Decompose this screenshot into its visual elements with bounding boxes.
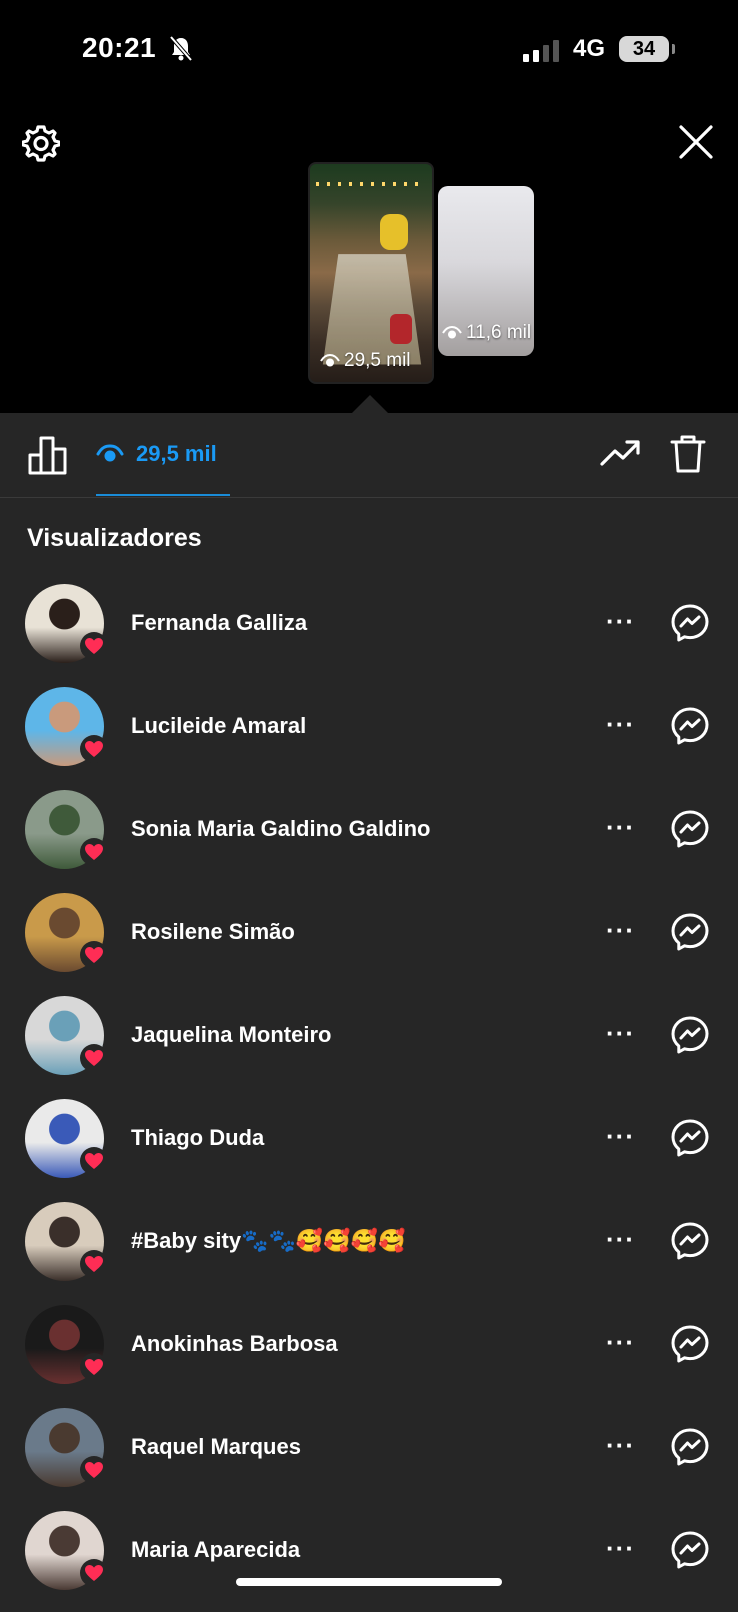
like-badge xyxy=(80,1147,108,1175)
gear-icon[interactable] xyxy=(22,124,60,162)
story-thumbnail-selected[interactable]: 29,5 mil xyxy=(308,162,434,384)
list-item[interactable]: Thiago Duda ··· xyxy=(0,1097,738,1200)
more-options-icon[interactable]: ··· xyxy=(606,917,635,943)
messenger-icon[interactable] xyxy=(670,912,710,952)
like-badge xyxy=(80,1456,108,1484)
viewer-name[interactable]: Jaquelina Monteiro xyxy=(131,1022,331,1048)
story-header: 20:21 4G 34 29,5 mil 11,6 mil xyxy=(0,0,738,413)
more-options-icon[interactable]: ··· xyxy=(606,1226,635,1252)
more-options-icon[interactable]: ··· xyxy=(606,608,635,634)
trending-up-icon[interactable] xyxy=(600,438,642,468)
heart-icon xyxy=(85,947,103,963)
list-item[interactable]: #Baby sity🐾🐾🥰🥰🥰🥰 ··· xyxy=(0,1200,738,1303)
viewer-name[interactable]: Sonia Maria Galdino Galdino xyxy=(131,816,430,842)
selected-story-pointer xyxy=(352,395,388,413)
section-title: Visualizadores xyxy=(27,524,202,552)
viewer-name[interactable]: Fernanda Galliza xyxy=(131,610,307,636)
network-type: 4G xyxy=(573,35,606,62)
more-options-icon[interactable]: ··· xyxy=(606,1432,635,1458)
more-options-icon[interactable]: ··· xyxy=(606,1329,635,1355)
messenger-icon[interactable] xyxy=(670,1324,710,1364)
battery-icon: 34 xyxy=(619,36,675,62)
signal-icon xyxy=(523,38,559,62)
messenger-icon[interactable] xyxy=(670,1118,710,1158)
story-thumbnail[interactable]: 11,6 mil xyxy=(438,186,534,356)
messenger-icon[interactable] xyxy=(670,1530,710,1570)
viewer-name[interactable]: Lucileide Amaral xyxy=(131,713,306,739)
story-view-count: 11,6 mil xyxy=(442,322,531,344)
viewers-count: 29,5 mil xyxy=(136,440,217,466)
like-badge xyxy=(80,1353,108,1381)
close-icon[interactable] xyxy=(678,124,714,160)
list-item[interactable]: Fernanda Galliza ··· xyxy=(0,582,738,685)
heart-icon xyxy=(85,1359,103,1375)
viewer-name[interactable]: #Baby sity🐾🐾🥰🥰🥰🥰 xyxy=(131,1228,405,1254)
viewer-name[interactable]: Thiago Duda xyxy=(131,1125,264,1151)
list-item[interactable]: Sonia Maria Galdino Galdino ··· xyxy=(0,788,738,891)
viewer-name[interactable]: Raquel Marques xyxy=(131,1434,301,1460)
messenger-icon[interactable] xyxy=(670,603,710,643)
list-item[interactable]: Lucileide Amaral ··· xyxy=(0,685,738,788)
home-indicator[interactable] xyxy=(236,1578,502,1586)
eye-icon xyxy=(442,326,462,339)
more-options-icon[interactable]: ··· xyxy=(606,1123,635,1149)
viewer-name[interactable]: Maria Aparecida xyxy=(131,1537,300,1563)
status-time: 20:21 xyxy=(82,32,157,63)
eye-icon xyxy=(320,354,340,367)
battery-level: 34 xyxy=(632,37,656,60)
like-badge xyxy=(80,1559,108,1587)
list-item[interactable]: Rosilene Simão ··· xyxy=(0,891,738,994)
bell-slash-icon xyxy=(170,36,192,62)
more-options-icon[interactable]: ··· xyxy=(606,1020,635,1046)
more-options-icon[interactable]: ··· xyxy=(606,814,635,840)
list-item[interactable]: Anokinhas Barbosa ··· xyxy=(0,1303,738,1406)
story-view-count: 29,5 mil xyxy=(320,350,411,372)
like-badge xyxy=(80,838,108,866)
heart-icon xyxy=(85,844,103,860)
list-item[interactable]: Raquel Marques ··· xyxy=(0,1406,738,1509)
heart-icon xyxy=(85,1565,103,1581)
heart-icon xyxy=(85,1462,103,1478)
messenger-icon[interactable] xyxy=(670,1221,710,1261)
list-item[interactable]: Jaquelina Monteiro ··· xyxy=(0,994,738,1097)
thumbnail-image xyxy=(316,182,426,186)
eye-icon xyxy=(96,443,124,461)
heart-icon xyxy=(85,638,103,654)
like-badge xyxy=(80,632,108,660)
like-badge xyxy=(80,941,108,969)
viewer-name[interactable]: Rosilene Simão xyxy=(131,919,295,945)
like-badge xyxy=(80,1044,108,1072)
tab-viewers[interactable]: 29,5 mil xyxy=(96,413,230,496)
more-options-icon[interactable]: ··· xyxy=(606,711,635,737)
messenger-icon[interactable] xyxy=(670,809,710,849)
messenger-icon[interactable] xyxy=(670,706,710,746)
bar-chart-icon[interactable] xyxy=(28,435,68,475)
more-options-icon[interactable]: ··· xyxy=(606,1535,635,1561)
heart-icon xyxy=(85,1256,103,1272)
heart-icon xyxy=(85,741,103,757)
heart-icon xyxy=(85,1153,103,1169)
messenger-icon[interactable] xyxy=(670,1015,710,1055)
viewer-name[interactable]: Anokinhas Barbosa xyxy=(131,1331,338,1357)
viewers-list: Fernanda Galliza ··· Lucileide Amaral ··· So… xyxy=(0,582,738,1612)
trash-icon[interactable] xyxy=(670,434,706,474)
insights-tab-bar: 29,5 mil xyxy=(0,413,738,498)
list-item[interactable]: Maria Aparecida ··· xyxy=(0,1509,738,1612)
messenger-icon[interactable] xyxy=(670,1427,710,1467)
like-badge xyxy=(80,1250,108,1278)
heart-icon xyxy=(85,1050,103,1066)
like-badge xyxy=(80,735,108,763)
